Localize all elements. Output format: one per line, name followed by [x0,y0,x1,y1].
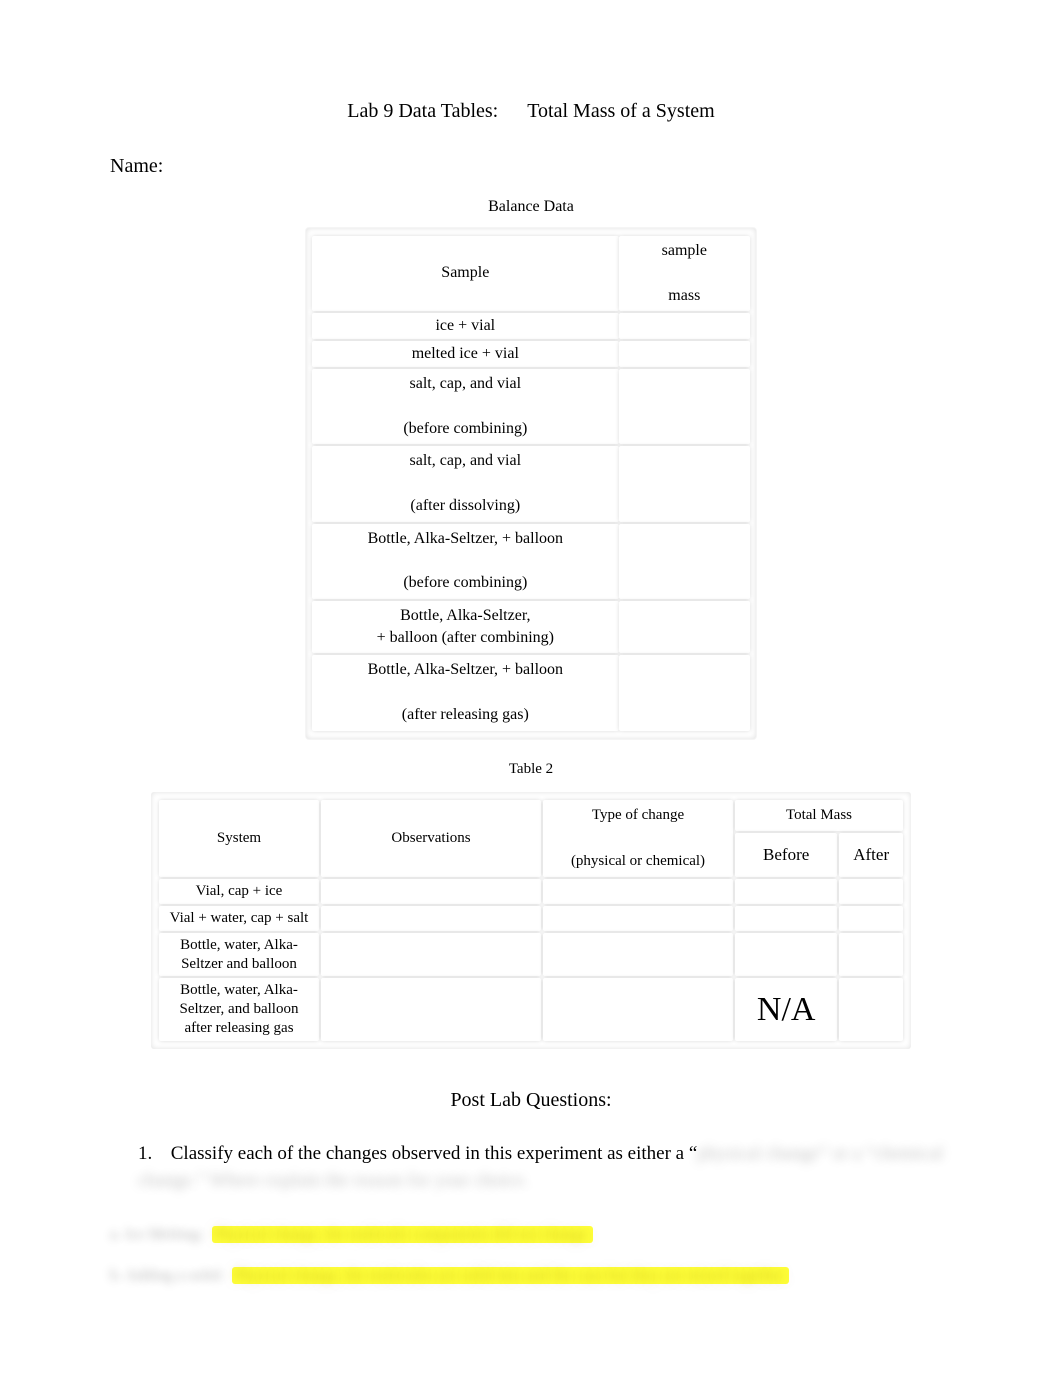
na-cell: N/A [735,978,837,1040]
page-title: Lab 9 Data Tables: Total Mass of a Syste… [110,100,952,123]
table-row: Bottle, water, Alka- Seltzer, and balloo… [159,978,903,1040]
answer-a: a. Ice Melting: Physical change, the mol… [110,1221,952,1248]
table-row: Bottle, Alka-Seltzer, + balloon (after c… [312,601,750,654]
table-row: Bottle, water, Alka- Seltzer and balloon [159,933,903,977]
table-row: Vial + water, cap + salt [159,906,903,931]
question-text: Classify each of the changes observed in… [138,1143,943,1192]
answer-b: b. Adding a solid: Physical change, the … [110,1262,952,1289]
table-row: Bottle, Alka-Seltzer, + balloon (before … [312,524,750,599]
t2-head-after: After [839,833,903,877]
table-row: salt, cap, and vial (after dissolving) [312,446,750,521]
balance-header-mass: sample mass [619,236,750,311]
highlighted-hidden: Physical change, the molecule components… [212,1226,593,1243]
t2-head-totalmass: Total Mass [735,800,903,832]
table-row: Vial, cap + ice [159,879,903,904]
t2-head-before: Before [735,833,837,877]
name-label: Name: [110,155,952,178]
balance-table-wrap: Sample sample mass ice + vial melted ice… [306,228,756,739]
balance-table: Sample sample mass ice + vial melted ice… [312,234,750,733]
table2-caption: Table 2 [110,761,952,778]
t2-head-system: System [159,800,319,878]
table-row: melted ice + vial [312,341,750,367]
highlighted-hidden: Physical change, the molecules are solid… [232,1267,789,1284]
answer-a-lead: a. Ice Melting: [110,1226,212,1243]
table2: System Observations Type of change (phys… [157,798,905,1043]
question-number: 1. [138,1140,166,1168]
t2-head-type: Type of change (physical or chemical) [543,800,733,878]
balance-caption: Balance Data [110,198,952,216]
t2-head-observations: Observations [321,800,541,878]
title-left: Lab 9 Data Tables: [347,100,498,123]
table-row: salt, cap, and vial (before combining) [312,369,750,444]
table-row: ice + vial [312,313,750,339]
postlab-heading: Post Lab Questions: [110,1089,952,1112]
balance-header-sample: Sample [312,236,619,311]
table2-wrap: System Observations Type of change (phys… [151,792,911,1049]
question-1: 1. Classify each of the changes observed… [110,1140,952,1195]
title-right: Total Mass of a System [527,100,714,123]
answer-b-lead: b. Adding a solid: [110,1267,232,1284]
table-row: Bottle, Alka-Seltzer, + balloon (after r… [312,655,750,730]
